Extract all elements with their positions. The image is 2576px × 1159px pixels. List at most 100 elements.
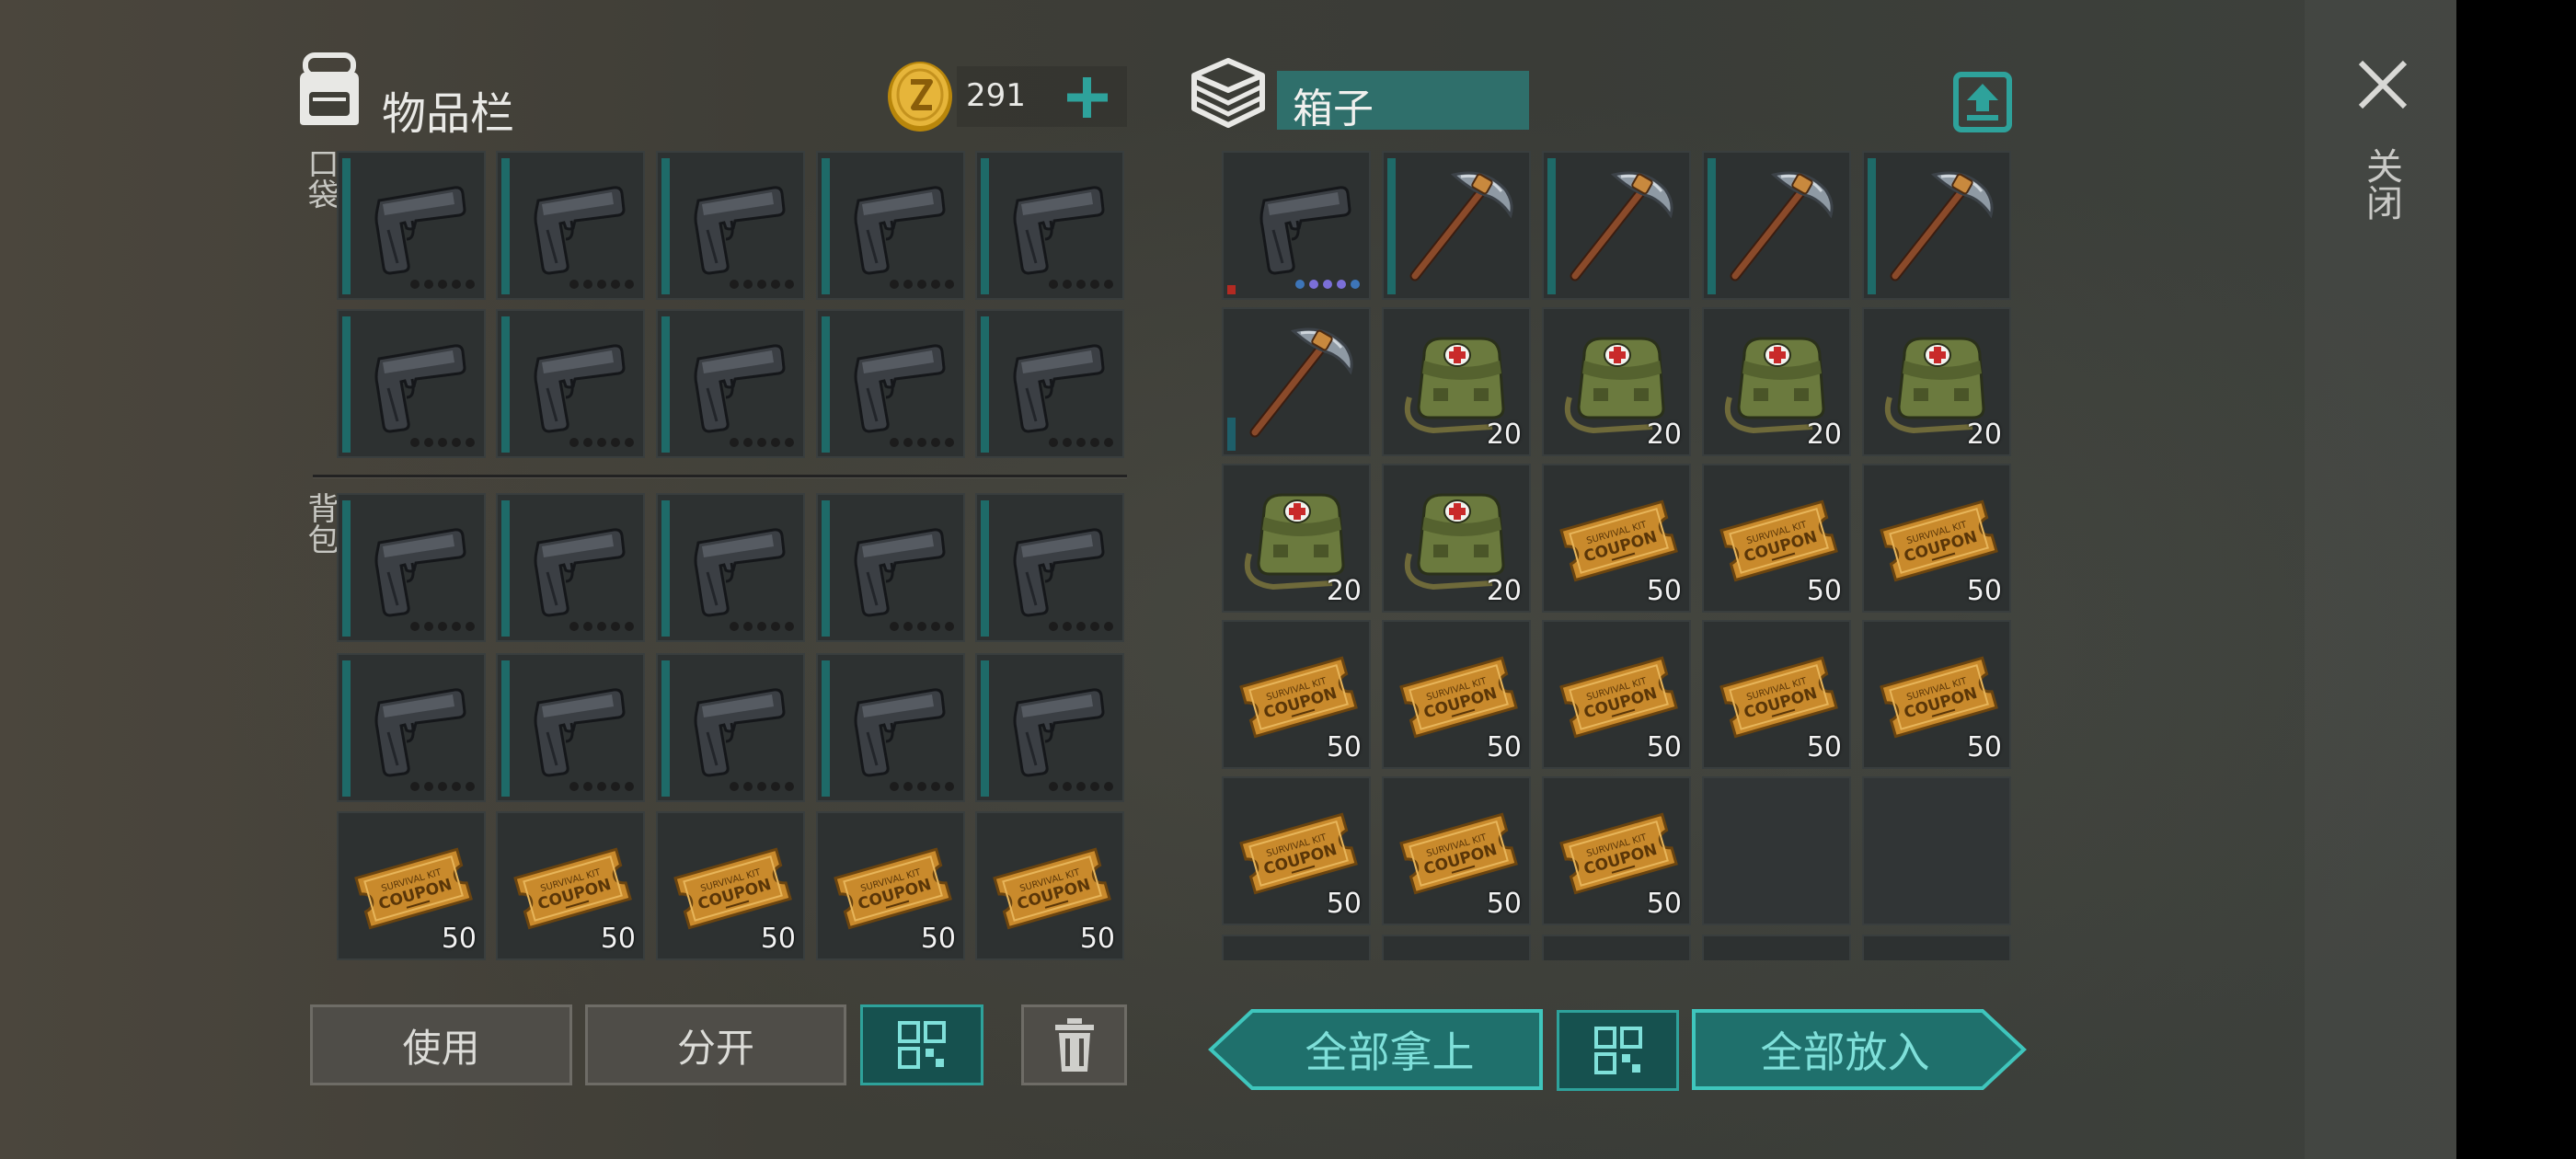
box-slot[interactable] [1542,151,1691,300]
backpack-slot[interactable] [975,653,1124,802]
box-slot[interactable] [1382,151,1531,300]
backpack-slot[interactable]: SURVIVAL KIT COUPON 50 [656,811,805,960]
backpack-slot[interactable] [496,653,645,802]
upgrade-dots [410,438,475,447]
split-button[interactable]: 分开 [585,1004,846,1085]
box-slot[interactable] [1862,151,2011,300]
box-slot[interactable] [1222,151,1371,300]
box-slot[interactable]: SURVIVAL KIT COUPON 50 [1702,464,1851,613]
backpack-slot[interactable]: SURVIVAL KIT COUPON 50 [496,811,645,960]
backpack-slot[interactable] [975,493,1124,642]
take-all-button[interactable]: 全部拿上 [1208,1008,1544,1091]
pocket-slot[interactable] [337,309,486,458]
item-quantity: 20 [1486,419,1522,451]
backpack-slot[interactable]: SURVIVAL KIT COUPON 50 [337,811,486,960]
item-quantity: 50 [1966,731,2002,763]
box-slot[interactable]: 20 [1382,307,1531,456]
box-slot[interactable]: SURVIVAL KIT COUPON 50 [1542,620,1691,769]
backpack-slot[interactable]: SURVIVAL KIT COUPON 50 [816,811,965,960]
box-slot-partial[interactable] [1382,935,1531,960]
upgrade-dots [569,438,634,447]
box-slot[interactable]: 20 [1222,464,1371,613]
item-quantity: 50 [760,923,796,955]
upgrade-dots [730,622,794,631]
durability-bar [661,158,670,294]
box-slot-partial[interactable] [1542,935,1691,960]
item-quantity: 50 [1806,731,1842,763]
backpack-slot[interactable] [816,493,965,642]
pocket-slot[interactable] [816,151,965,300]
backpack-slot[interactable] [337,653,486,802]
pocket-slot[interactable] [656,309,805,458]
durability-bar [342,158,351,294]
upgrade-dots [890,280,954,289]
box-slot[interactable]: SURVIVAL KIT COUPON 50 [1382,776,1531,925]
pocket-slot[interactable] [816,309,965,458]
pistol-icon [854,688,946,777]
durability-bar [981,316,989,453]
item-quantity: 50 [441,923,477,955]
pocket-slot[interactable] [656,151,805,300]
pocket-slot[interactable] [975,309,1124,458]
pistol-icon [1259,186,1351,275]
durability-bar [661,500,670,637]
section-divider [313,475,1127,477]
sort-box-button[interactable] [1557,1010,1679,1091]
box-slot-partial[interactable] [1222,935,1371,960]
export-icon[interactable] [1952,71,2013,133]
pistol-icon [854,344,946,433]
box-slot[interactable]: SURVIVAL KIT COUPON 50 [1222,776,1371,925]
box-slot[interactable]: SURVIVAL KIT COUPON 50 [1862,620,2011,769]
use-button[interactable]: 使用 [310,1004,572,1085]
sort-inventory-button[interactable] [860,1004,983,1085]
box-slot[interactable] [1702,776,1851,925]
box-slot[interactable]: SURVIVAL KIT COUPON 50 [1542,464,1691,613]
box-slot[interactable]: SURVIVAL KIT COUPON 50 [1222,620,1371,769]
box-slot[interactable]: SURVIVAL KIT COUPON 50 [1862,464,2011,613]
box-slot[interactable]: 20 [1702,307,1851,456]
box-slot[interactable] [1222,307,1371,456]
backpack-slot[interactable]: SURVIVAL KIT COUPON 50 [975,811,1124,960]
box-slot[interactable]: SURVIVAL KIT COUPON 50 [1382,620,1531,769]
durability-bar [501,660,510,797]
box-slot[interactable]: SURVIVAL KIT COUPON 50 [1542,776,1691,925]
durability-bar [661,660,670,797]
pocket-slot[interactable] [975,151,1124,300]
box-slot[interactable] [1702,151,1851,300]
backpack-slot[interactable] [337,493,486,642]
close-icon[interactable] [2355,57,2410,112]
backpack-slot[interactable] [496,493,645,642]
durability-bar [342,500,351,637]
backpack-slot[interactable] [656,653,805,802]
pocket-slot[interactable] [337,151,486,300]
pocket-slot[interactable] [496,309,645,458]
item-quantity: 50 [1646,888,1682,920]
box-slot[interactable]: 20 [1862,307,2011,456]
backpack-slot[interactable] [656,493,805,642]
durability-bar [1387,158,1396,294]
durability-bar [1708,158,1716,294]
put-all-button[interactable]: 全部放入 [1691,1008,2027,1091]
backpack-slot[interactable] [816,653,965,802]
coin-icon [888,62,952,132]
plus-icon[interactable] [1064,70,1110,125]
box-slot[interactable]: 20 [1382,464,1531,613]
box-slot[interactable]: 20 [1542,307,1691,456]
box-slot-partial[interactable] [1862,935,2011,960]
upgrade-dots [890,438,954,447]
box-slot[interactable]: SURVIVAL KIT COUPON 50 [1702,620,1851,769]
item-quantity: 20 [1806,419,1842,451]
pickaxe-icon [1570,171,1673,281]
durability-bar [342,660,351,797]
box-slot[interactable] [1862,776,2011,925]
trash-button[interactable] [1021,1004,1127,1085]
box-slot-partial[interactable] [1702,935,1851,960]
item-quantity: 50 [1646,731,1682,763]
durability-bar [822,500,830,637]
pickaxe-icon [1249,327,1353,438]
upgrade-dots [1049,782,1113,791]
item-quantity: 50 [1966,575,2002,607]
pocket-slot[interactable] [496,151,645,300]
close-label[interactable]: 关闭 [2359,147,2403,221]
item-quantity: 50 [1486,731,1522,763]
